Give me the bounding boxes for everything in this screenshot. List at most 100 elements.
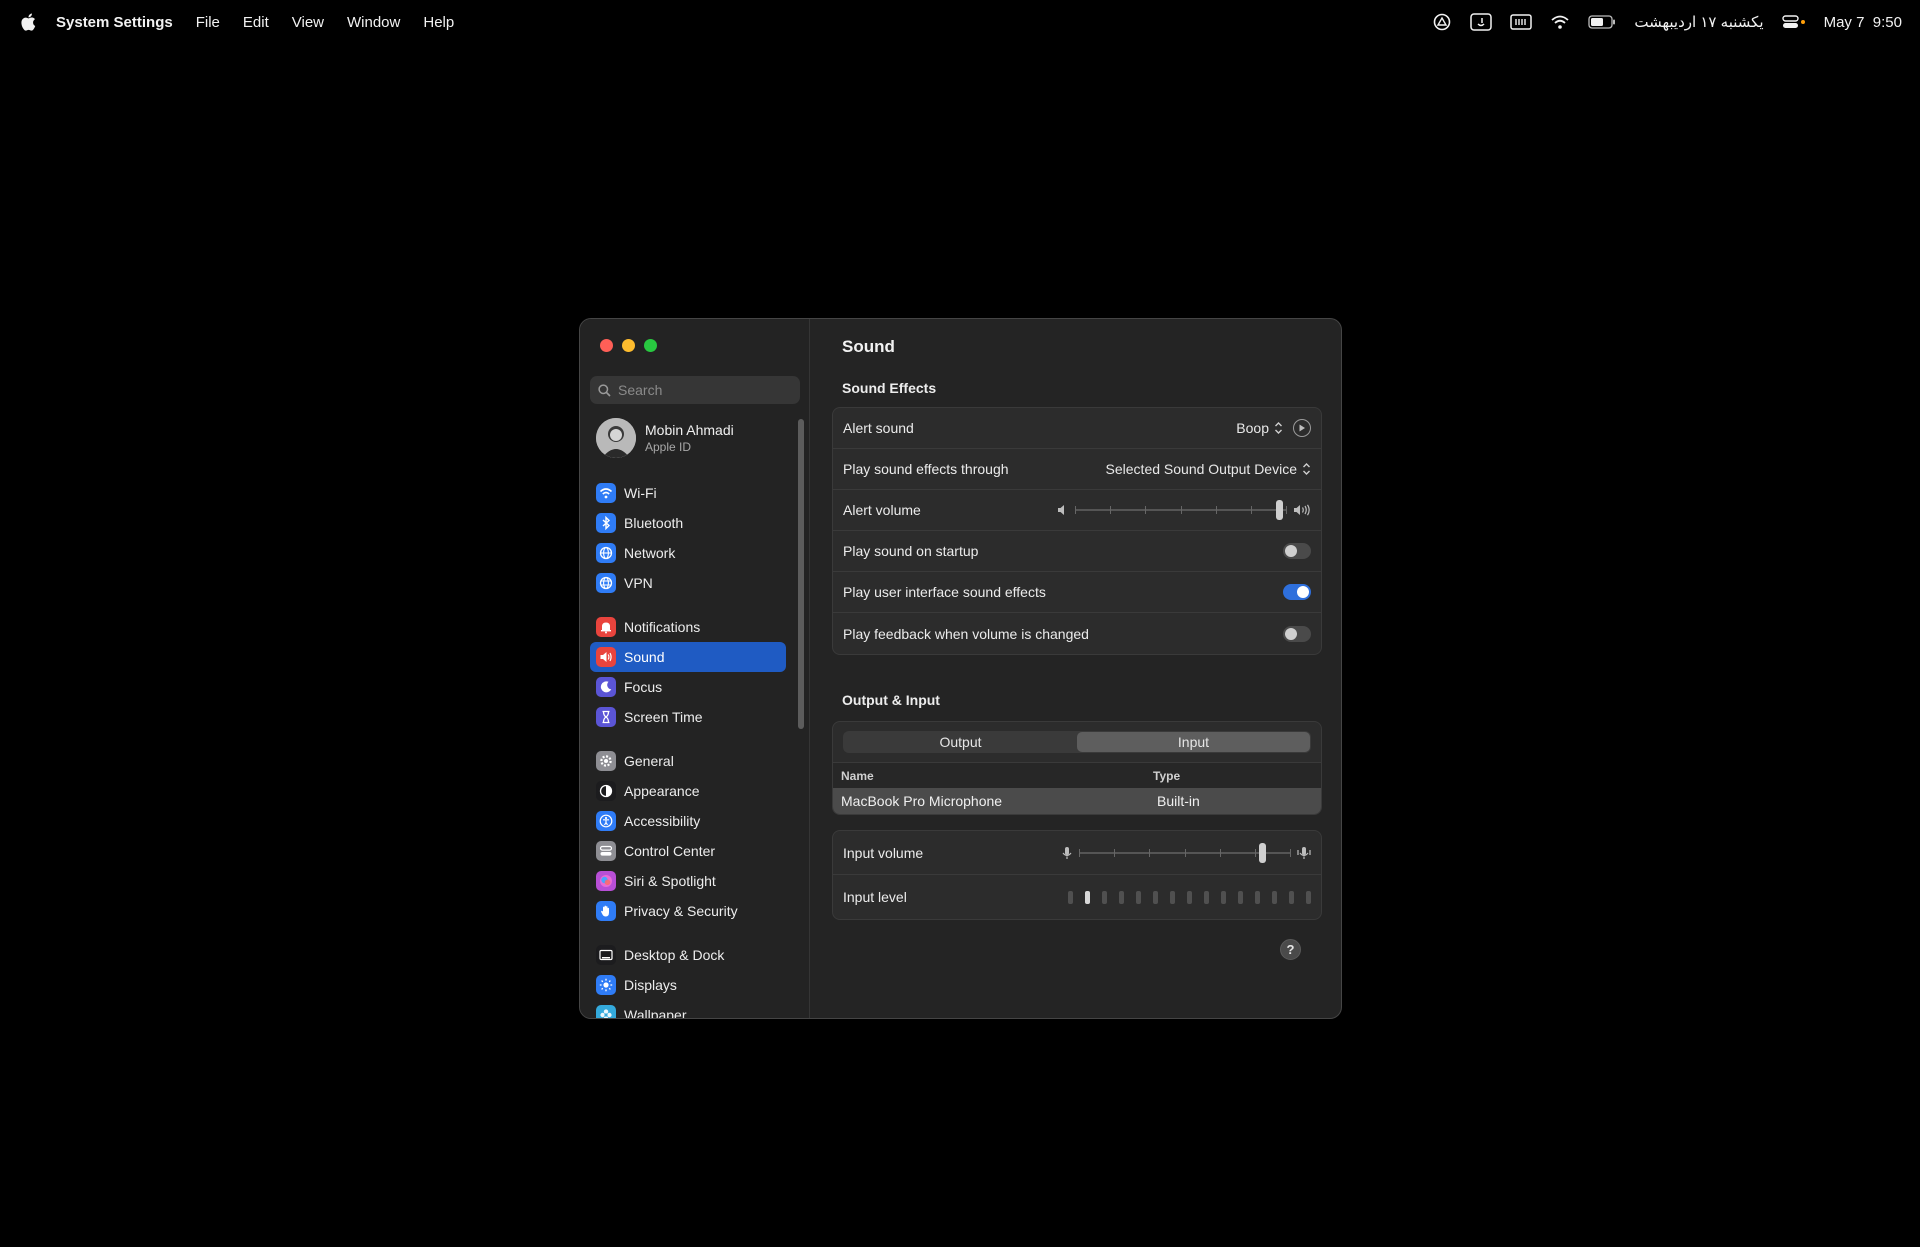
slider-tick xyxy=(1110,506,1111,514)
device-name: MacBook Pro Microphone xyxy=(841,793,1003,809)
startup-sound-row: Play sound on startup xyxy=(833,531,1321,572)
slider-tick xyxy=(1079,848,1080,857)
level-bar xyxy=(1272,890,1277,904)
device-type: Built-in xyxy=(1157,793,1200,809)
speaker-icon xyxy=(596,647,616,667)
globe-icon xyxy=(596,543,616,563)
slider-tick xyxy=(1149,848,1150,857)
gear-icon xyxy=(596,751,616,771)
sidebar-scrollbar[interactable] xyxy=(798,419,804,729)
tab-output[interactable]: Output xyxy=(844,732,1077,752)
alert-volume-row: Alert volume xyxy=(833,490,1321,531)
sidebar-item-label: Focus xyxy=(624,679,663,695)
level-bar xyxy=(1221,890,1226,904)
device-table-header: Name Type xyxy=(833,762,1321,788)
keyboard-brightness-icon[interactable] xyxy=(1510,14,1533,30)
level-bar xyxy=(1289,890,1294,904)
menu-view[interactable]: View xyxy=(292,14,324,31)
sidebar-item-label: Wallpaper xyxy=(624,1007,687,1019)
sidebar-item-label: Control Center xyxy=(624,843,716,859)
sidebar-item-notifications[interactable]: Notifications xyxy=(590,612,786,642)
apple-id-account[interactable]: Mobin Ahmadi Apple ID xyxy=(596,418,734,458)
sidebar-item-screen-time[interactable]: Screen Time xyxy=(590,702,786,732)
minimize-button[interactable] xyxy=(622,339,635,352)
sidebar-item-control-center[interactable]: Control Center xyxy=(590,836,786,866)
ui-sounds-toggle[interactable] xyxy=(1283,584,1311,600)
slider-tick xyxy=(1075,506,1076,514)
sidebar-item-label: Appearance xyxy=(624,783,700,799)
ui-sounds-row: Play user interface sound effects xyxy=(833,572,1321,613)
sidebar-item-label: Siri & Spotlight xyxy=(624,873,716,889)
microphone-low-icon xyxy=(1062,846,1072,859)
calendar-text[interactable]: یکشنبه ۱۷ اردیبهشت xyxy=(1634,13,1763,31)
level-bar xyxy=(1306,890,1311,904)
play-through-popup[interactable]: Selected Sound Output Device xyxy=(1106,461,1311,477)
close-button[interactable] xyxy=(600,339,613,352)
slider-thumb[interactable] xyxy=(1276,500,1283,520)
status-menu-extra-icon[interactable] xyxy=(1432,13,1452,31)
sidebar-item-bluetooth[interactable]: Bluetooth xyxy=(590,508,786,538)
play-through-row: Play sound effects through Selected Soun… xyxy=(833,449,1321,490)
alert-volume-slider[interactable] xyxy=(1075,500,1287,520)
slider-tick xyxy=(1286,506,1287,514)
menu-app-name[interactable]: System Settings xyxy=(56,14,173,31)
content-pane: Sound Sound Effects Alert sound Boop Pla… xyxy=(811,319,1341,1018)
level-bar xyxy=(1170,890,1175,904)
volume-feedback-toggle[interactable] xyxy=(1283,625,1311,642)
level-bar xyxy=(1119,890,1124,904)
microphone-high-icon xyxy=(1297,846,1311,859)
wifi-status-icon[interactable] xyxy=(1550,14,1570,30)
slider-tick xyxy=(1181,506,1182,514)
sidebar-item-privacy-security[interactable]: Privacy & Security xyxy=(590,896,786,926)
slider-tick xyxy=(1145,506,1146,514)
sidebar-item-label: Screen Time xyxy=(624,709,703,725)
battery-icon[interactable] xyxy=(1588,15,1616,29)
startup-sound-toggle[interactable] xyxy=(1283,543,1311,559)
sidebar-item-vpn[interactable]: VPN xyxy=(590,568,786,598)
menu-edit[interactable]: Edit xyxy=(243,14,269,31)
updown-chevron-icon xyxy=(1303,463,1310,475)
startup-sound-label: Play sound on startup xyxy=(843,543,979,559)
search-field[interactable] xyxy=(590,376,800,404)
sidebar-item-wi-fi[interactable]: Wi-Fi xyxy=(590,478,786,508)
sidebar-item-wallpaper[interactable]: Wallpaper xyxy=(590,1000,786,1019)
sidebar-item-appearance[interactable]: Appearance xyxy=(590,776,786,806)
search-input[interactable] xyxy=(618,382,788,398)
sidebar-item-sound[interactable]: Sound xyxy=(590,642,786,672)
alert-sound-popup[interactable]: Boop xyxy=(1236,420,1283,436)
apple-logo-icon[interactable] xyxy=(20,12,38,32)
menu-help[interactable]: Help xyxy=(423,14,454,31)
date-time[interactable]: May 7 9:50 xyxy=(1824,14,1902,31)
slider-tick xyxy=(1290,848,1291,857)
sidebar-item-label: VPN xyxy=(624,575,653,591)
column-name-header[interactable]: Name xyxy=(833,769,1153,783)
zoom-button[interactable] xyxy=(644,339,657,352)
column-type-header[interactable]: Type xyxy=(1153,769,1180,783)
alert-sound-label: Alert sound xyxy=(843,420,914,436)
table-row[interactable]: MacBook Pro Microphone Built-in xyxy=(833,788,1321,814)
input-level-label: Input level xyxy=(843,889,907,905)
menu-window[interactable]: Window xyxy=(347,14,400,31)
sidebar-item-displays[interactable]: Displays xyxy=(590,970,786,1000)
level-bar xyxy=(1255,890,1260,904)
help-button[interactable]: ? xyxy=(1280,939,1301,960)
input-source-icon[interactable] xyxy=(1470,13,1493,31)
level-bar xyxy=(1204,890,1209,904)
tab-input[interactable]: Input xyxy=(1077,732,1310,752)
input-volume-slider[interactable] xyxy=(1079,842,1291,863)
sidebar-item-label: Network xyxy=(624,545,676,561)
sidebar-item-accessibility[interactable]: Accessibility xyxy=(590,806,786,836)
sidebar-item-network[interactable]: Network xyxy=(590,538,786,568)
sidebar-item-desktop-dock[interactable]: Desktop & Dock xyxy=(590,940,786,970)
sidebar-item-siri-spotlight[interactable]: Siri & Spotlight xyxy=(590,866,786,896)
sidebar-item-general[interactable]: General xyxy=(590,746,786,776)
slider-thumb[interactable] xyxy=(1259,842,1266,863)
window-controls xyxy=(600,339,657,352)
sound-effects-title: Sound Effects xyxy=(842,380,937,396)
menu-file[interactable]: File xyxy=(196,14,220,31)
appearance-icon xyxy=(596,781,616,801)
control-center-status-icon[interactable] xyxy=(1781,14,1806,30)
sidebar-item-focus[interactable]: Focus xyxy=(590,672,786,702)
dock-icon xyxy=(596,945,616,965)
play-alert-button[interactable] xyxy=(1293,419,1311,437)
